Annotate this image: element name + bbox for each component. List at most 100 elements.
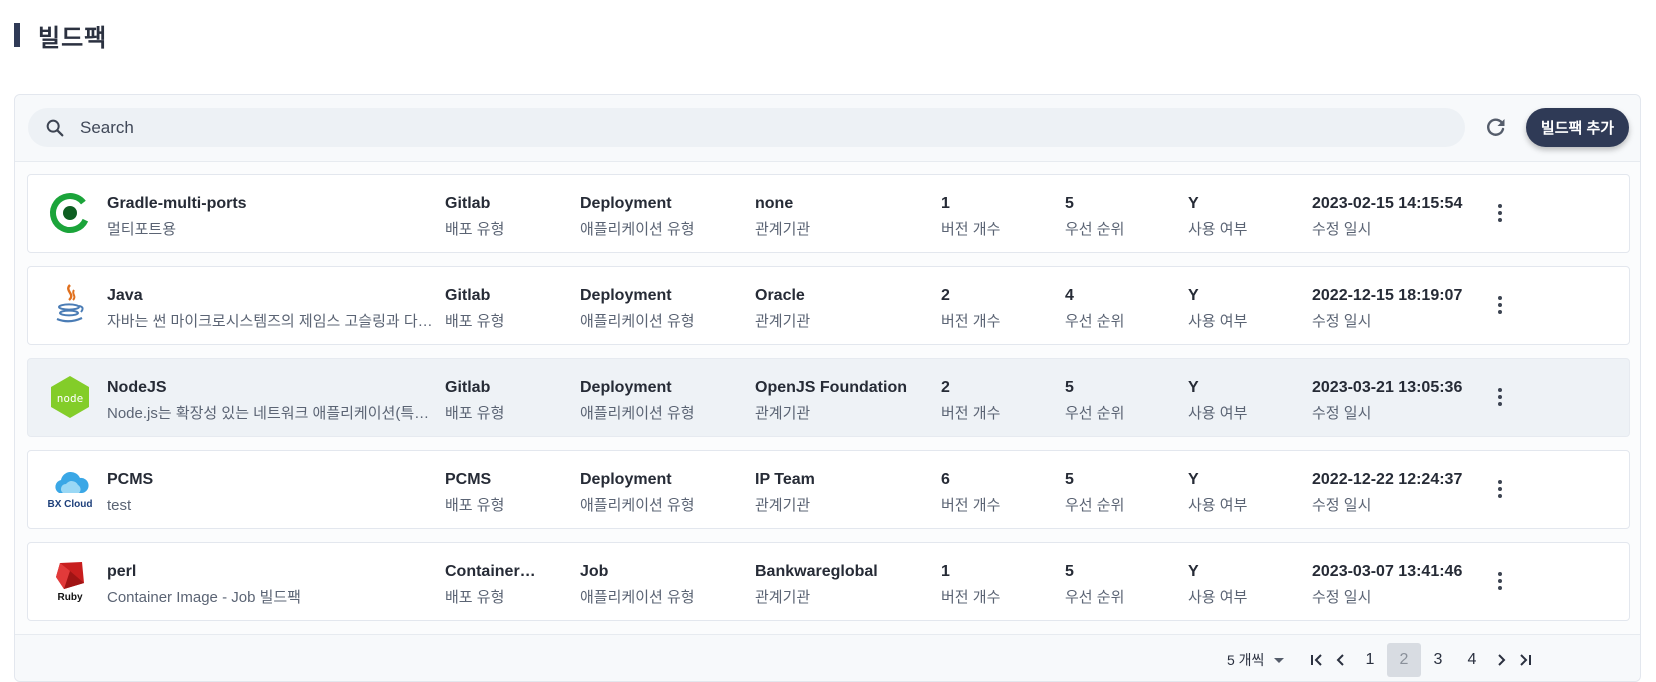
cell-name: Gradle-multi-ports 멀티포트용 [107, 194, 437, 239]
pagination-bar: 5 개씩 1234 [15, 634, 1640, 681]
org-label: 관계기관 [755, 313, 811, 330]
cell-modified: 2023-03-21 13:05:36 수정 일시 [1312, 378, 1472, 423]
cell-deploy-type: PCMS 배포 유형 [445, 470, 540, 515]
buildpack-row[interactable]: Ruby perl Container Image - Job 빌드팩 Contain… [27, 542, 1630, 621]
priority-label: 우선 순위 [1065, 313, 1125, 330]
modified-date-value: 2023-03-07 13:41:46 [1312, 563, 1463, 580]
org-label: 관계기관 [755, 589, 811, 606]
deploy-type-value: Gitlab [445, 195, 491, 212]
cell-name: PCMS test [107, 470, 437, 515]
page-number-button[interactable]: 4 [1455, 643, 1489, 677]
cell-app-type: Deployment 애플리케이션 유형 [580, 194, 740, 239]
refresh-button[interactable] [1481, 112, 1511, 142]
priority-label: 우선 순위 [1065, 497, 1125, 514]
version-count-label: 버전 개수 [941, 313, 1001, 330]
deploy-type-value: PCMS [445, 471, 492, 488]
use-value: Y [1188, 563, 1199, 580]
buildpack-description: Container Image - Job 빌드팩 [107, 589, 301, 606]
buildpack-row[interactable]: node NodeJS Node.js는 확장성 있는 네트워크 애플리케이션(특히… [27, 358, 1630, 437]
priority-value: 5 [1065, 379, 1074, 396]
org-value: Oracle [755, 287, 805, 304]
page-number-button[interactable]: 1 [1353, 643, 1387, 677]
app-type-label: 애플리케이션 유형 [580, 221, 695, 238]
app-type-label: 애플리케이션 유형 [580, 497, 695, 514]
org-value: OpenJS Foundation [755, 379, 907, 396]
priority-label: 우선 순위 [1065, 589, 1125, 606]
priority-value: 5 [1065, 195, 1074, 212]
priority-label: 우선 순위 [1065, 221, 1125, 238]
use-label: 사용 여부 [1188, 221, 1248, 238]
cell-deploy-type: Gitlab 배포 유형 [445, 194, 540, 239]
org-label: 관계기관 [755, 405, 811, 422]
cell-app-type: Job 애플리케이션 유형 [580, 562, 740, 607]
caret-down-icon [1274, 657, 1285, 663]
svg-text:BX Cloud: BX Cloud [48, 499, 93, 510]
buildpack-row[interactable]: BX Cloud PCMS test PCMS 배포 유형 Deployment 애플리케이… [27, 450, 1630, 529]
version-count-label: 버전 개수 [941, 589, 1001, 606]
page-size-select[interactable]: 5 개씩 [1227, 650, 1285, 670]
prev-page-button[interactable] [1329, 643, 1353, 677]
cell-modified: 2023-03-07 13:41:46 수정 일시 [1312, 562, 1472, 607]
modified-date-label: 수정 일시 [1312, 313, 1372, 330]
cell-deploy-type: Container Image 배포 유형 [445, 562, 540, 607]
buildpack-row[interactable]: Java 자바는 썬 마이크로시스템즈의 제임스 고슬링과 다른 연구원들이 개발… [27, 266, 1630, 345]
cell-versions: 1 버전 개수 [941, 194, 1041, 239]
cell-deploy-type: Gitlab 배포 유형 [445, 286, 540, 331]
app-type-label: 애플리케이션 유형 [580, 313, 695, 330]
search-input[interactable] [78, 116, 1382, 139]
version-count-value: 2 [941, 287, 950, 304]
buildpack-row[interactable]: Gradle-multi-ports 멀티포트용 Gitlab 배포 유형 Deploy… [27, 174, 1630, 253]
cell-modified: 2022-12-15 18:19:07 수정 일시 [1312, 286, 1472, 331]
search-box[interactable] [28, 108, 1465, 147]
page-number-button[interactable]: 3 [1421, 643, 1455, 677]
cell-deploy-type: Gitlab 배포 유형 [445, 378, 540, 423]
buildpack-description: Node.js는 확장성 있는 네트워크 애플리케이션(특히 서버 사이드) 개… [107, 405, 437, 422]
use-value: Y [1188, 287, 1199, 304]
priority-value: 4 [1065, 287, 1074, 304]
version-count-value: 1 [941, 563, 950, 580]
priority-label: 우선 순위 [1065, 405, 1125, 422]
chevron-left-icon [1336, 654, 1344, 666]
java-logo-icon [47, 282, 93, 328]
cell-priority: 5 우선 순위 [1065, 378, 1165, 423]
svg-text:node: node [57, 392, 84, 405]
last-page-button[interactable] [1513, 643, 1537, 677]
more-options-icon[interactable] [1490, 385, 1510, 409]
more-options-icon[interactable] [1490, 293, 1510, 317]
last-page-icon [1520, 654, 1531, 666]
deploy-type-value: Container Image [445, 563, 540, 580]
page-number-button[interactable]: 2 [1387, 643, 1421, 677]
buildpack-name: PCMS [107, 471, 154, 488]
cell-modified: 2022-12-22 12:24:37 수정 일시 [1312, 470, 1472, 515]
buildpack-list: Gradle-multi-ports 멀티포트용 Gitlab 배포 유형 Deploy… [27, 174, 1630, 634]
ruby-logo-icon: Ruby [47, 558, 93, 604]
cell-versions: 1 버전 개수 [941, 562, 1041, 607]
cell-use: Y 사용 여부 [1188, 562, 1288, 607]
cell-use: Y 사용 여부 [1188, 470, 1288, 515]
more-options-icon[interactable] [1490, 201, 1510, 225]
deploy-type-value: Gitlab [445, 287, 491, 304]
toolbar: 빌드팩 추가 [15, 95, 1640, 162]
cell-use: Y 사용 여부 [1188, 378, 1288, 423]
deploy-type-value: Gitlab [445, 379, 491, 396]
use-value: Y [1188, 195, 1199, 212]
app-type-value: Deployment [580, 287, 672, 304]
add-buildpack-button[interactable]: 빌드팩 추가 [1526, 108, 1629, 147]
gradle-logo-icon [47, 190, 93, 236]
first-page-button[interactable] [1305, 643, 1329, 677]
org-value: none [755, 195, 794, 212]
buildpack-description: test [107, 497, 132, 514]
cell-app-type: Deployment 애플리케이션 유형 [580, 378, 740, 423]
next-page-button[interactable] [1489, 643, 1513, 677]
cell-name: perl Container Image - Job 빌드팩 [107, 562, 437, 607]
cell-org: none 관계기관 [755, 194, 925, 239]
more-options-icon[interactable] [1490, 569, 1510, 593]
more-options-icon[interactable] [1490, 477, 1510, 501]
cell-use: Y 사용 여부 [1188, 194, 1288, 239]
cell-versions: 6 버전 개수 [941, 470, 1041, 515]
version-count-label: 버전 개수 [941, 497, 1001, 514]
cell-org: IP Team 관계기관 [755, 470, 925, 515]
page-numbers: 1234 [1353, 643, 1489, 677]
cell-org: Oracle 관계기관 [755, 286, 925, 331]
cell-name: Java 자바는 썬 마이크로시스템즈의 제임스 고슬링과 다른 연구원들이 개발… [107, 286, 437, 331]
